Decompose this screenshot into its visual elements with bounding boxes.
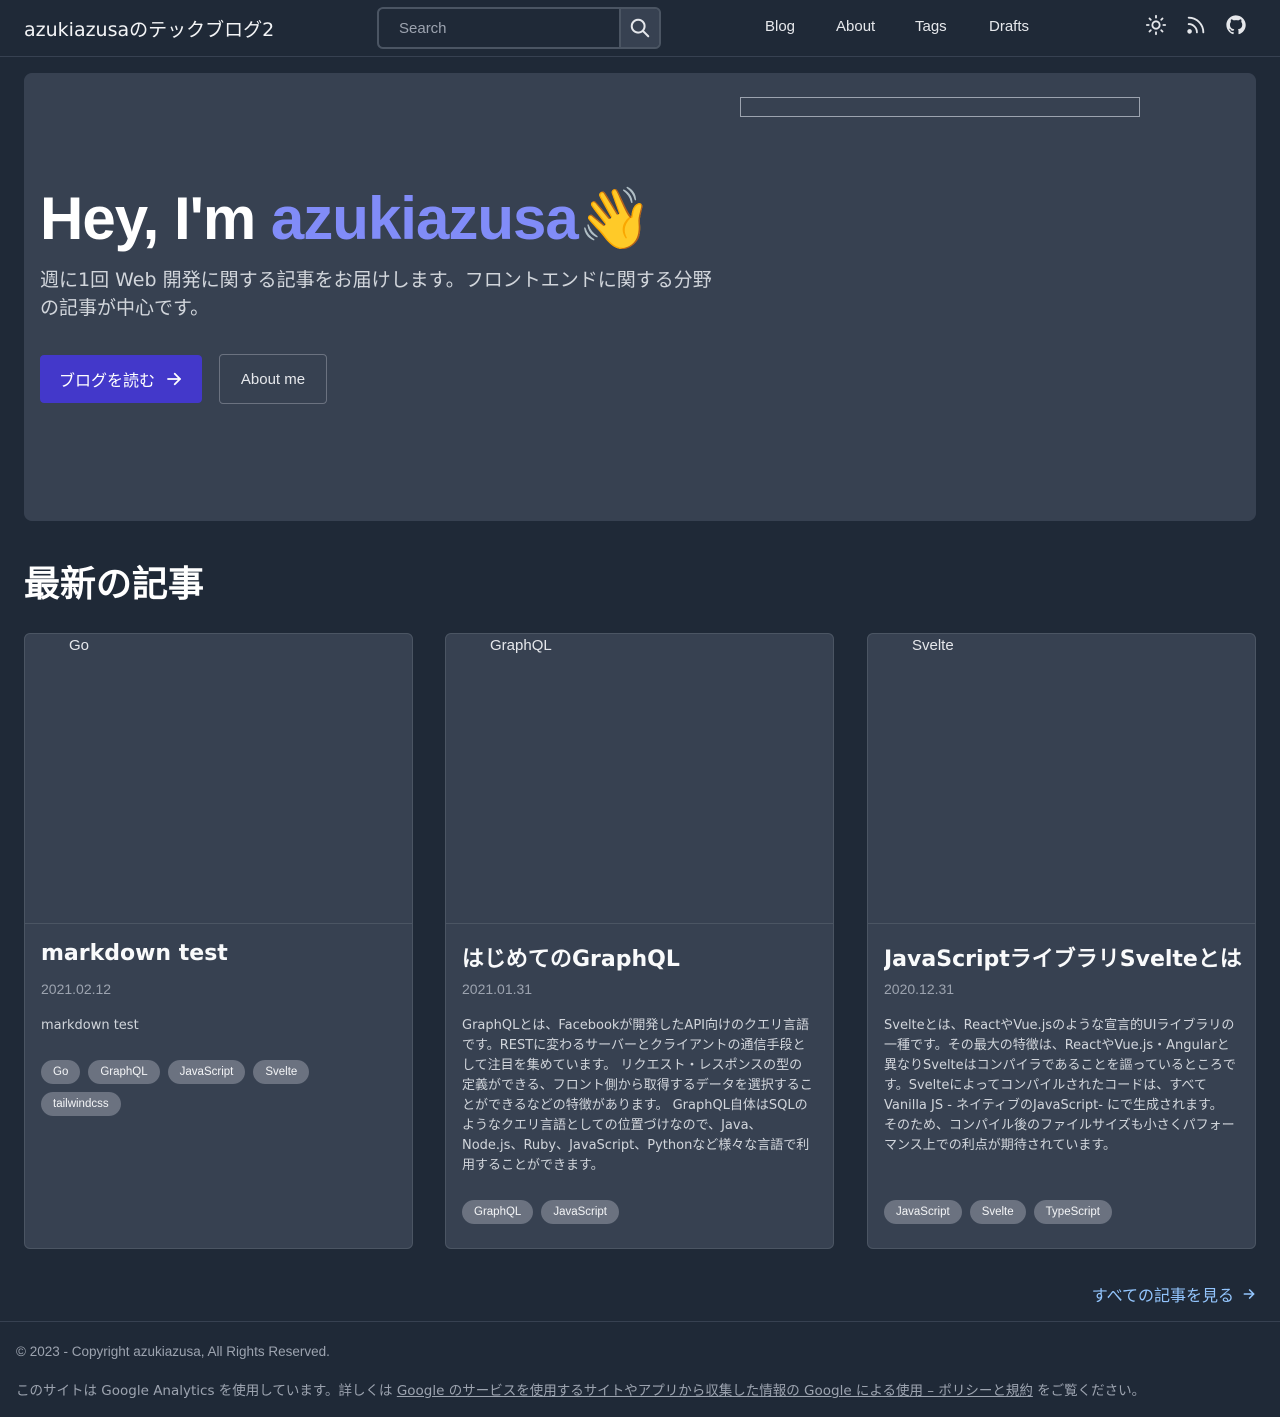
hero-image [740,97,1140,117]
nav-blog[interactable]: Blog [765,18,795,35]
main-nav: Blog About Tags Drafts [0,18,1280,38]
hero-greeting: Hey, I'm [40,185,271,252]
tag[interactable]: TypeScript [1033,1200,1112,1224]
hero-description: 週に1回 Web 開発に関する記事をお届けします。フロントエンドに関する分野の記… [40,269,712,319]
sun-icon [1145,14,1167,36]
article-date: 2020.12.31 [884,981,955,997]
analytics-notice-suffix: をご覧ください。 [1032,1383,1146,1399]
article-image-alt: Svelte [912,637,954,654]
article-date: 2021.01.31 [462,981,533,997]
article-excerpt: GraphQLとは、Facebookが開発したAPI向けのクエリ言語です。RES… [462,1018,813,1173]
arrow-right-icon [167,372,181,386]
analytics-notice-prefix: このサイトは Google Analytics を使用しています。詳しくは [16,1383,397,1399]
hero-title: Hey, I'm azukiazusa👋 [40,183,653,254]
article-image: Go [25,634,412,924]
article-image: GraphQL [446,634,833,924]
article-excerpt: markdown test [41,1018,139,1033]
site-header: azukiazusaのテックブログ2 Blog About Tags Draft… [0,0,1280,57]
rss-link[interactable] [1185,14,1207,36]
nav-about[interactable]: About [836,18,875,35]
github-icon [1226,15,1246,35]
wave-emoji: 👋 [577,185,653,252]
article-image: Svelte [868,634,1255,924]
tag[interactable]: JavaScript [884,1200,962,1224]
article-tags: Go GraphQL JavaScript Svelte tailwindcss [41,1060,341,1116]
analytics-notice: このサイトは Google Analytics を使用しています。詳しくは Go… [16,1379,1145,1399]
nav-drafts[interactable]: Drafts [989,18,1029,35]
hero-name: azukiazusa [270,185,579,252]
article-card[interactable]: GraphQL はじめてのGraphQL 2021.01.31 GraphQLと… [445,633,834,1249]
article-card[interactable]: Go markdown test 2021.02.12 markdown tes… [24,633,413,1249]
see-all-label: すべての記事を見る [1091,1286,1234,1305]
tag[interactable]: JavaScript [167,1060,246,1084]
article-title[interactable]: markdown test [41,941,401,966]
hero-section: Hey, I'm azukiazusa👋 週に1回 Web 開発に関する記事をお… [24,73,1256,521]
tag[interactable]: Svelte [253,1060,310,1084]
tag[interactable]: Svelte [969,1200,1026,1224]
read-blog-label: ブログを読む [58,371,155,390]
article-title[interactable]: はじめてのGraphQL [462,941,822,973]
tag[interactable]: GraphQL [88,1060,160,1084]
article-tags: GraphQL JavaScript [462,1200,762,1224]
article-excerpt: Svelteとは、ReactやVue.jsのような宣言的UIライブラリの一種です… [884,1018,1236,1153]
tag[interactable]: tailwindcss [41,1092,121,1116]
site-footer: © 2023 - Copyright azukiazusa, All Right… [0,1321,1280,1417]
rss-icon [1187,16,1205,34]
article-image-alt: Go [69,637,90,654]
tag[interactable]: JavaScript [541,1200,619,1224]
latest-articles-title: 最新の記事 [24,564,205,605]
google-policy-link[interactable]: Google のサービスを使用するサイトやアプリから収集した情報の Google… [397,1383,1033,1399]
read-blog-button[interactable]: ブログを読む [40,355,202,403]
tag[interactable]: GraphQL [462,1200,534,1224]
copyright-text: © 2023 - Copyright azukiazusa, All Right… [16,1344,330,1359]
article-title[interactable]: JavaScriptライブラリSvelteとは [884,941,1244,973]
nav-tags[interactable]: Tags [915,18,947,35]
tag[interactable]: Go [41,1060,81,1084]
github-link[interactable] [1225,14,1247,36]
see-all-articles-link[interactable]: すべての記事を見る [1092,1282,1256,1306]
article-tags: JavaScript Svelte TypeScript [884,1200,1184,1224]
about-me-button[interactable]: About me [219,354,327,404]
article-card[interactable]: Svelte JavaScriptライブラリSvelteとは 2020.12.3… [867,633,1256,1249]
article-image-alt: GraphQL [490,637,552,654]
arrow-right-icon [1243,1289,1255,1299]
article-date: 2021.02.12 [41,981,112,997]
theme-toggle-button[interactable] [1145,14,1167,36]
